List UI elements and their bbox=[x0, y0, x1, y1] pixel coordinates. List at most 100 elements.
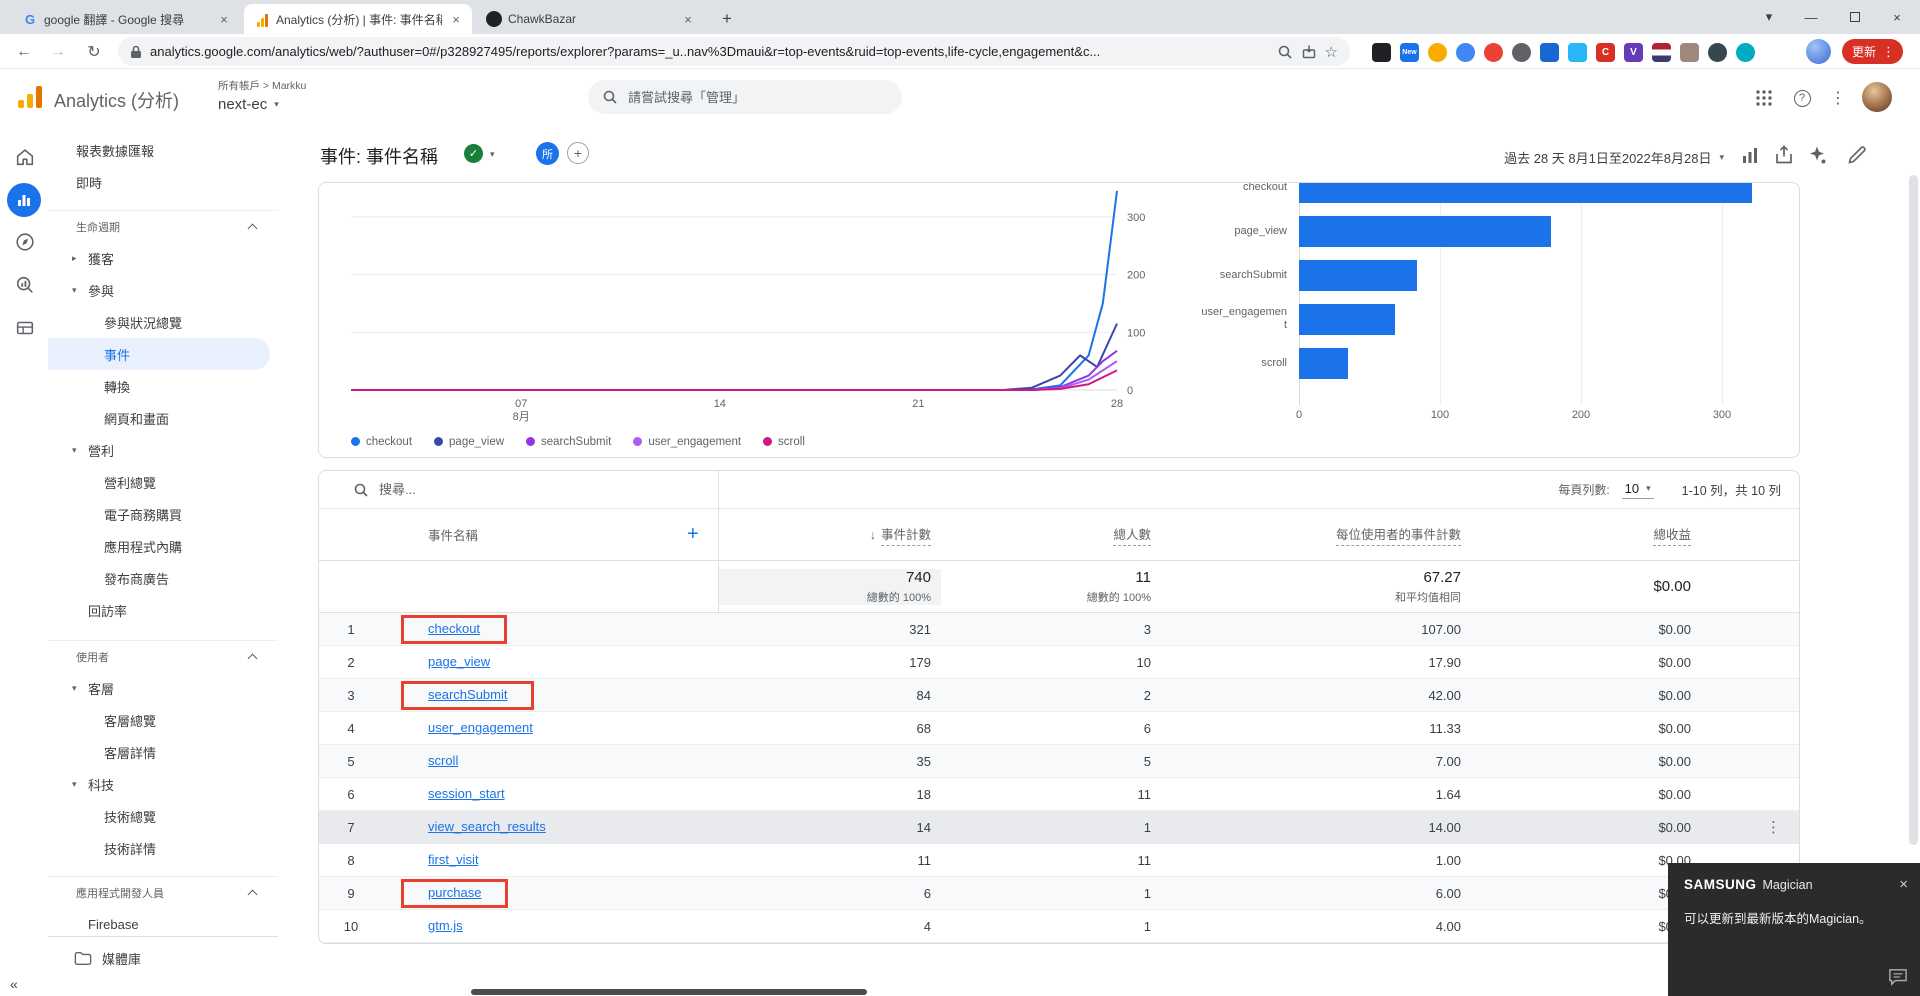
horizontal-scrollbar[interactable] bbox=[471, 989, 867, 995]
nav-item-snapshot[interactable]: 報表數據匯報 bbox=[48, 134, 278, 166]
add-dimension-icon[interactable]: + bbox=[687, 523, 699, 546]
vertical-scrollbar[interactable] bbox=[1909, 175, 1918, 845]
share-icon[interactable] bbox=[1772, 143, 1796, 167]
snowflake-extension-icon[interactable] bbox=[1568, 42, 1587, 62]
nav-item-engagement[interactable]: ▾ 參與 bbox=[48, 274, 278, 306]
nav-item-pages-screens[interactable]: 網頁和畫面 bbox=[48, 402, 278, 434]
update-button[interactable]: 更新 ⋮ bbox=[1842, 39, 1904, 64]
rows-per-page-select[interactable]: 10 ▾ bbox=[1621, 480, 1654, 499]
user-avatar[interactable] bbox=[1862, 82, 1892, 112]
nav-item-demographics[interactable]: ▾ 客層 bbox=[48, 672, 278, 704]
nav-item-monetization[interactable]: ▾ 營利 bbox=[48, 434, 278, 466]
nav-item-tech[interactable]: ▾ 科技 bbox=[48, 768, 278, 800]
column-total-users[interactable]: 總人數 bbox=[1113, 524, 1151, 546]
advertising-icon[interactable] bbox=[13, 273, 37, 297]
date-range-selector[interactable]: 過去 28 天 8月1日至2022年8月28日 ▾ bbox=[1504, 148, 1724, 167]
table-row[interactable]: 8 first_visit 11 11 1.00 $0.00 bbox=[319, 844, 1799, 877]
emoji-extension-icon[interactable] bbox=[1428, 42, 1447, 62]
window-close-icon[interactable]: × bbox=[1876, 0, 1918, 34]
analytics-logo[interactable] bbox=[18, 86, 42, 108]
chevron-down-icon[interactable]: ▾ bbox=[490, 149, 495, 160]
navy-extension-icon[interactable] bbox=[1708, 42, 1727, 62]
browser-tab-analytics[interactable]: Analytics (分析) | 事件: 事件名稱 × bbox=[244, 4, 472, 34]
nav-item-retention[interactable]: 回訪率 bbox=[48, 594, 278, 626]
nav-item-events[interactable]: 事件 bbox=[48, 338, 270, 370]
data-quality-check-icon[interactable]: ✓ bbox=[464, 144, 483, 163]
send-to-device-icon[interactable] bbox=[1301, 44, 1317, 60]
account-switcher[interactable]: 所有帳戶 > Markku next-ec ▾ bbox=[218, 78, 306, 113]
event-name-link[interactable]: searchSubmit bbox=[428, 687, 507, 702]
nav-item-ecommerce-purchases[interactable]: 電子商務購買 bbox=[48, 498, 278, 530]
apps-grid-icon[interactable] bbox=[1752, 86, 1776, 110]
event-name-link[interactable]: user_engagement bbox=[428, 720, 533, 735]
home-icon[interactable] bbox=[13, 145, 37, 169]
event-name-link[interactable]: gtm.js bbox=[428, 918, 463, 933]
event-name-link[interactable]: scroll bbox=[428, 753, 458, 768]
url-bar[interactable]: analytics.google.com/analytics/web/?auth… bbox=[118, 37, 1350, 66]
flag-extension-icon[interactable] bbox=[1652, 42, 1671, 62]
nav-item-publisher-ads[interactable]: 發布商廣告 bbox=[48, 562, 278, 594]
gear-extension-icon[interactable] bbox=[1512, 42, 1531, 62]
reports-icon[interactable] bbox=[7, 183, 41, 217]
column-count-per-user[interactable]: 每位使用者的事件計數 bbox=[1335, 524, 1461, 546]
back-icon[interactable]: ← bbox=[10, 38, 38, 66]
feedback-icon[interactable] bbox=[1888, 968, 1908, 986]
insights-icon[interactable] bbox=[1805, 143, 1829, 167]
minimize-icon[interactable]: — bbox=[1790, 0, 1832, 34]
nav-item-demographics-overview[interactable]: 客層總覽 bbox=[48, 704, 278, 736]
table-row[interactable]: 3 searchSubmit 84 2 42.00 $0.00 bbox=[319, 679, 1799, 712]
tab-close-icon[interactable]: × bbox=[448, 12, 464, 27]
zoom-icon[interactable] bbox=[1277, 44, 1293, 60]
new-badge-extension-icon[interactable]: New bbox=[1400, 42, 1419, 62]
column-event-count[interactable]: 事件計數 bbox=[880, 524, 931, 546]
column-event-name[interactable]: 事件名稱 bbox=[428, 525, 478, 544]
browser-tab-chawkbazar[interactable]: ChawkBazar × bbox=[476, 4, 704, 34]
nav-item-library[interactable]: 媒體庫 bbox=[48, 936, 278, 980]
event-name-link[interactable]: page_view bbox=[428, 654, 490, 669]
nav-item-tech-details[interactable]: 技術詳情 bbox=[48, 832, 278, 864]
comparison-chip[interactable]: 所 bbox=[536, 142, 559, 165]
tab-close-icon[interactable]: × bbox=[680, 12, 696, 27]
nav-item-conversions[interactable]: 轉換 bbox=[48, 370, 278, 402]
table-row[interactable]: 9 purchase 6 1 6.00 $0.00 bbox=[319, 877, 1799, 910]
tab-close-icon[interactable]: × bbox=[216, 12, 232, 27]
nav-item-engagement-overview[interactable]: 參與狀況總覽 bbox=[48, 306, 278, 338]
event-name-link[interactable]: session_start bbox=[428, 786, 505, 801]
nav-section-user[interactable]: 使用者 bbox=[48, 640, 278, 672]
add-comparison-button[interactable]: + bbox=[567, 142, 589, 164]
maximize-icon[interactable] bbox=[1834, 0, 1876, 34]
explore-icon[interactable] bbox=[13, 230, 37, 254]
table-row[interactable]: 10 gtm.js 4 1 4.00 $0.00 bbox=[319, 910, 1799, 943]
nav-item-acquisition[interactable]: ▸ 獲客 bbox=[48, 242, 278, 274]
table-row[interactable]: 6 session_start 18 11 1.64 $0.00 bbox=[319, 778, 1799, 811]
new-tab-button[interactable]: + bbox=[714, 6, 740, 32]
customize-report-icon[interactable] bbox=[1739, 143, 1763, 167]
nav-item-demographics-details[interactable]: 客層詳情 bbox=[48, 736, 278, 768]
browser-menu-icon[interactable]: ⋮ bbox=[1882, 44, 1895, 60]
edit-pencil-icon[interactable] bbox=[1845, 143, 1869, 167]
nav-section-lifecycle[interactable]: 生命週期 bbox=[48, 210, 278, 242]
nav-item-realtime[interactable]: 即時 bbox=[48, 166, 278, 198]
tan-extension-icon[interactable] bbox=[1680, 42, 1699, 62]
event-name-link[interactable]: first_visit bbox=[428, 852, 479, 867]
table-row[interactable]: 4 user_engagement 68 6 11.33 $0.00 bbox=[319, 712, 1799, 745]
table-search-input[interactable] bbox=[379, 482, 599, 497]
event-name-link[interactable]: view_search_results bbox=[428, 819, 546, 834]
table-row[interactable]: 5 scroll 35 5 7.00 $0.00 bbox=[319, 745, 1799, 778]
blue-circle-extension-icon[interactable] bbox=[1456, 42, 1475, 62]
sort-descending-icon[interactable]: ↓ bbox=[870, 528, 876, 542]
more-options-icon[interactable]: ⋮ bbox=[1826, 86, 1850, 110]
nav-item-in-app-purchases[interactable]: 應用程式內購 bbox=[48, 530, 278, 562]
pen-extension-icon[interactable] bbox=[1372, 42, 1391, 62]
blue-square-extension-icon[interactable] bbox=[1540, 42, 1559, 62]
row-menu-icon[interactable]: ⋮ bbox=[1766, 818, 1781, 836]
table-row[interactable]: 7 view_search_results 14 1 14.00 $0.00 ⋮ bbox=[319, 811, 1799, 844]
v-extension-icon[interactable]: V bbox=[1624, 42, 1643, 62]
column-total-revenue[interactable]: 總收益 bbox=[1653, 524, 1691, 546]
popup-close-icon[interactable]: × bbox=[1899, 876, 1908, 893]
table-row[interactable]: 1 checkout 321 3 107.00 $0.00 bbox=[319, 613, 1799, 646]
bookmark-star-icon[interactable]: ☆ bbox=[1325, 43, 1338, 61]
red-square-extension-icon[interactable]: C bbox=[1596, 42, 1615, 62]
forward-icon[interactable]: → bbox=[44, 38, 72, 66]
orange-circle-extension-icon[interactable] bbox=[1484, 42, 1503, 62]
